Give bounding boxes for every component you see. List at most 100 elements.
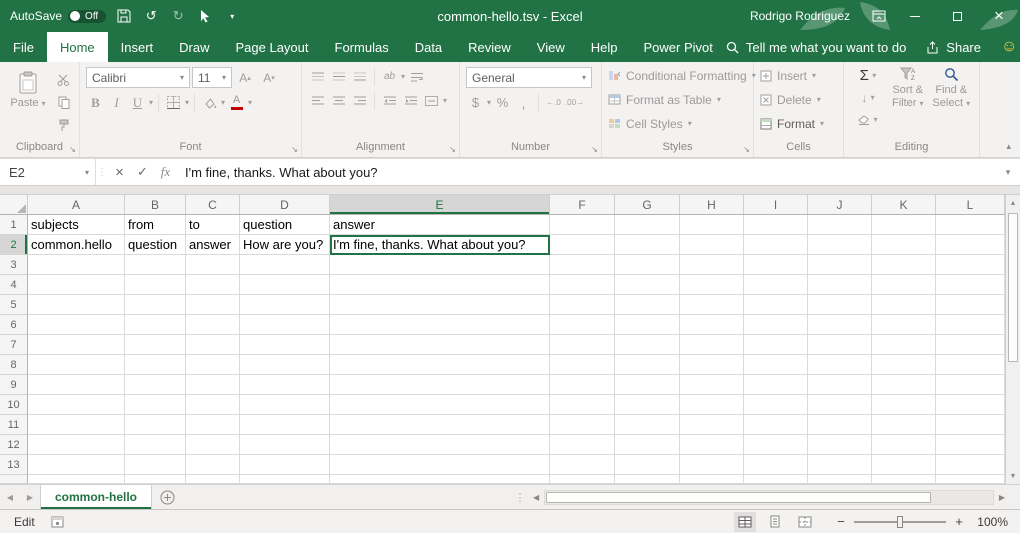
cell-H6[interactable] [680, 315, 744, 335]
cell-E8[interactable] [330, 355, 550, 375]
cell-K6[interactable] [872, 315, 936, 335]
cell-L12[interactable] [936, 435, 1005, 455]
cell-B3[interactable] [125, 255, 186, 275]
cell-K4[interactable] [872, 275, 936, 295]
cell-A11[interactable] [28, 415, 125, 435]
cell-H1[interactable] [680, 215, 744, 235]
cell-L13[interactable] [936, 455, 1005, 475]
cell-C7[interactable] [186, 335, 240, 355]
cell-F2[interactable] [550, 235, 615, 255]
ribbon-tab-draw[interactable]: Draw [166, 32, 222, 62]
cell-L4[interactable] [936, 275, 1005, 295]
cell-A5[interactable] [28, 295, 125, 315]
cell-G13[interactable] [615, 455, 680, 475]
scroll-right-icon[interactable]: ▶ [994, 493, 1010, 502]
font-dialog-launcher-icon[interactable]: ↘ [291, 146, 298, 154]
vertical-scrollbar[interactable]: ▲ ▼ [1005, 195, 1020, 484]
row-header-13[interactable]: 13 [0, 455, 28, 475]
formula-input[interactable]: I'm fine, thanks. What about you? [177, 159, 996, 185]
cell-J5[interactable] [808, 295, 872, 315]
cell-partial-B[interactable] [125, 475, 186, 484]
cell-J1[interactable] [808, 215, 872, 235]
cell-G1[interactable] [615, 215, 680, 235]
underline-icon[interactable]: U [128, 93, 147, 112]
styles-dialog-launcher-icon[interactable]: ↘ [743, 146, 750, 154]
cell-partial-A[interactable] [28, 475, 125, 484]
scroll-left-icon[interactable]: ◀ [528, 493, 544, 502]
cell-D12[interactable] [240, 435, 330, 455]
cell-A2[interactable]: common.hello [28, 235, 125, 255]
cell-C6[interactable] [186, 315, 240, 335]
cell-L8[interactable] [936, 355, 1005, 375]
cell-G5[interactable] [615, 295, 680, 315]
horizontal-scroll-track[interactable] [544, 490, 994, 505]
ribbon-display-options-icon[interactable] [864, 0, 894, 32]
collapse-ribbon-icon[interactable]: ▴ [1006, 141, 1011, 152]
row-header-10[interactable]: 10 [0, 395, 28, 415]
row-header-9[interactable]: 9 [0, 375, 28, 395]
cell-partial-I[interactable] [744, 475, 808, 484]
name-box[interactable]: E2 ▾ [0, 159, 96, 185]
cell-E10[interactable] [330, 395, 550, 415]
bold-icon[interactable]: B [86, 93, 105, 112]
row-header-8[interactable]: 8 [0, 355, 28, 375]
formula-bar-splitter[interactable]: ⋮ [96, 159, 108, 185]
cell-D6[interactable] [240, 315, 330, 335]
cell-E4[interactable] [330, 275, 550, 295]
cell-I5[interactable] [744, 295, 808, 315]
user-name[interactable]: Rodrigo Rodriguez [750, 9, 850, 23]
font-name-select[interactable]: Calibri▾ [86, 67, 190, 88]
sheet-nav-next-icon[interactable]: ▶ [20, 485, 40, 509]
horizontal-scroll-thumb[interactable] [546, 492, 931, 503]
cell-A4[interactable] [28, 275, 125, 295]
cell-F8[interactable] [550, 355, 615, 375]
cell-K5[interactable] [872, 295, 936, 315]
cell-A1[interactable]: subjects [28, 215, 125, 235]
cell-B6[interactable] [125, 315, 186, 335]
cell-C9[interactable] [186, 375, 240, 395]
cell-A8[interactable] [28, 355, 125, 375]
accounting-format-icon[interactable]: $ [466, 93, 485, 112]
ribbon-tab-data[interactable]: Data [402, 32, 455, 62]
cell-A7[interactable] [28, 335, 125, 355]
column-header-K[interactable]: K [872, 195, 936, 214]
touch-mode-icon[interactable] [196, 5, 214, 27]
font-color-chevron-icon[interactable]: ▾ [248, 98, 252, 107]
cell-D11[interactable] [240, 415, 330, 435]
cell-E3[interactable] [330, 255, 550, 275]
cell-F10[interactable] [550, 395, 615, 415]
cell-G2[interactable] [615, 235, 680, 255]
percent-style-icon[interactable]: % [493, 93, 512, 112]
ribbon-tab-file[interactable]: File [0, 32, 47, 62]
sheet-tab-common-hello[interactable]: common-hello [40, 485, 152, 509]
expand-formula-bar-icon[interactable]: ▾ [996, 159, 1020, 185]
cell-H8[interactable] [680, 355, 744, 375]
cell-B7[interactable] [125, 335, 186, 355]
cell-K2[interactable] [872, 235, 936, 255]
align-bottom-icon[interactable] [350, 67, 369, 86]
cell-partial-F[interactable] [550, 475, 615, 484]
cell-J4[interactable] [808, 275, 872, 295]
cell-partial-K[interactable] [872, 475, 936, 484]
cell-C5[interactable] [186, 295, 240, 315]
cell-C8[interactable] [186, 355, 240, 375]
cell-partial-H[interactable] [680, 475, 744, 484]
cell-J6[interactable] [808, 315, 872, 335]
cell-B1[interactable]: from [125, 215, 186, 235]
cell-I9[interactable] [744, 375, 808, 395]
cell-D13[interactable] [240, 455, 330, 475]
cell-H7[interactable] [680, 335, 744, 355]
cell-F12[interactable] [550, 435, 615, 455]
row-header-11[interactable]: 11 [0, 415, 28, 435]
page-layout-view-icon[interactable] [764, 512, 786, 532]
cell-E7[interactable] [330, 335, 550, 355]
column-header-G[interactable]: G [615, 195, 680, 214]
cell-K1[interactable] [872, 215, 936, 235]
cell-B12[interactable] [125, 435, 186, 455]
italic-icon[interactable]: I [107, 93, 126, 112]
delete-cells-button[interactable]: Delete▾ [760, 89, 824, 110]
redo-icon[interactable]: ↻ [169, 5, 187, 27]
cell-G8[interactable] [615, 355, 680, 375]
column-header-B[interactable]: B [125, 195, 186, 214]
row-header-3[interactable]: 3 [0, 255, 28, 275]
